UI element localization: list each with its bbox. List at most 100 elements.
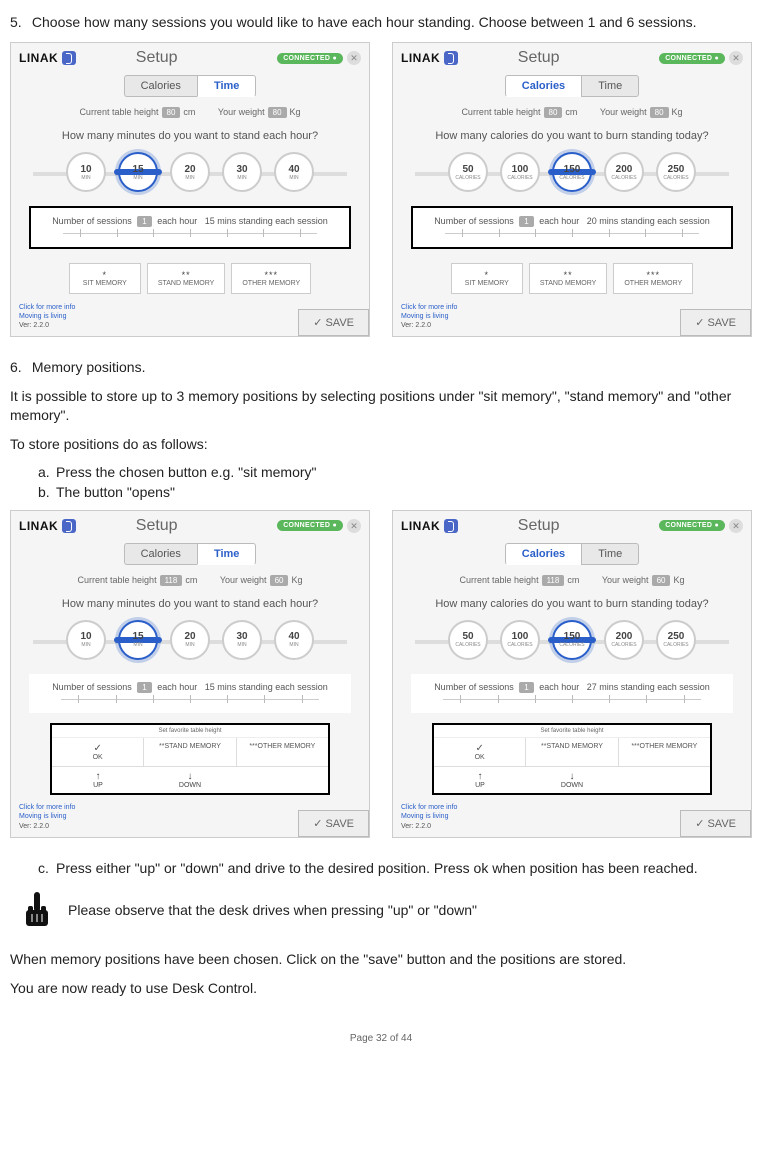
tab-calories[interactable]: Calories xyxy=(505,543,581,565)
memory-up-button[interactable]: ↑UP xyxy=(434,767,526,793)
option-10[interactable]: 10MIN xyxy=(66,620,106,660)
tab-calories[interactable]: Calories xyxy=(505,75,581,97)
option-250[interactable]: 250CALORIES xyxy=(656,152,696,192)
screenshot-time-sessions: LINAK Setup CONNECTED ● ✕ Calories Time … xyxy=(10,42,370,337)
table-height-value[interactable]: 80 xyxy=(162,107,181,118)
question-text: How many calories do you want to burn st… xyxy=(393,130,751,142)
step-6a-text: Press the chosen button e.g. "sit memory… xyxy=(56,464,317,480)
stand-memory-button[interactable]: **STAND MEMORY xyxy=(147,263,226,294)
tagline: Moving is living xyxy=(19,812,75,821)
other-memory-button[interactable]: ***OTHER MEMORY xyxy=(237,738,328,766)
option-100[interactable]: 100CALORIES xyxy=(500,152,540,192)
close-icon[interactable]: ✕ xyxy=(347,519,361,533)
close-icon[interactable]: ✕ xyxy=(729,519,743,533)
bluetooth-icon xyxy=(62,51,76,65)
more-info-link[interactable]: Click for more info xyxy=(19,803,75,812)
memory-open-panel: Set favorite table height ✓OK **STAND ME… xyxy=(432,723,712,795)
stand-memory-button[interactable]: **STAND MEMORY xyxy=(526,738,618,766)
option-40[interactable]: 40MIN xyxy=(274,152,314,192)
step-6a: a.Press the chosen button e.g. "sit memo… xyxy=(38,464,752,480)
memory-open-title: Set favorite table height xyxy=(434,725,710,738)
option-100[interactable]: 100CALORIES xyxy=(500,620,540,660)
connected-badge: CONNECTED ● xyxy=(277,520,343,531)
save-button[interactable]: ✓ SAVE xyxy=(680,309,751,336)
tab-time[interactable]: Time xyxy=(581,75,639,97)
option-20[interactable]: 20MIN xyxy=(170,152,210,192)
save-button[interactable]: ✓ SAVE xyxy=(680,810,751,837)
more-info-link[interactable]: Click for more info xyxy=(401,303,457,312)
tab-time[interactable]: Time xyxy=(197,543,256,565)
option-50[interactable]: 50CALORIES xyxy=(448,620,488,660)
weight-value[interactable]: 60 xyxy=(270,575,289,586)
other-memory-button[interactable]: ***OTHER MEMORY xyxy=(231,263,311,294)
stand-memory-button[interactable]: **STAND MEMORY xyxy=(529,263,608,294)
option-15[interactable]: 15MIN xyxy=(118,620,158,660)
option-10[interactable]: 10MIN xyxy=(66,152,106,192)
option-150[interactable]: 150CALORIES xyxy=(552,152,592,192)
option-20[interactable]: 20MIN xyxy=(170,620,210,660)
tagline: Moving is living xyxy=(401,312,457,321)
table-height-value[interactable]: 80 xyxy=(544,107,563,118)
memory-ok-cell[interactable]: ✓OK xyxy=(52,738,144,766)
step-5-num: 5. xyxy=(10,14,28,30)
memory-down-button[interactable]: ↓DOWN xyxy=(144,767,236,793)
step-6: 6. Memory positions. xyxy=(10,359,752,375)
table-height-value[interactable]: 118 xyxy=(160,575,183,586)
table-height-field: Current table height118cm xyxy=(78,575,198,586)
option-50[interactable]: 50CALORIES xyxy=(448,152,488,192)
tagline: Moving is living xyxy=(401,812,457,821)
save-button[interactable]: ✓ SAVE xyxy=(298,309,369,336)
sessions-bar: Number of sessions 1 each hour 27 mins s… xyxy=(411,674,733,713)
version-label: Ver: 2.2.0 xyxy=(401,321,457,330)
option-200[interactable]: 200CALORIES xyxy=(604,152,644,192)
close-icon[interactable]: ✕ xyxy=(729,51,743,65)
tab-time[interactable]: Time xyxy=(581,543,639,565)
step-6c-text: Press either "up" or "down" and drive to… xyxy=(56,860,698,876)
sessions-value[interactable]: 1 xyxy=(519,682,533,693)
table-height-field: Current table height80cm xyxy=(461,107,577,118)
version-label: Ver: 2.2.0 xyxy=(19,321,75,330)
sessions-value[interactable]: 1 xyxy=(137,682,151,693)
weight-value[interactable]: 80 xyxy=(650,107,669,118)
memory-open-title: Set favorite table height xyxy=(52,725,328,738)
step-6a-letter: a. xyxy=(38,464,56,480)
info-block: Click for more info Moving is living Ver… xyxy=(19,803,75,830)
other-memory-button[interactable]: ***OTHER MEMORY xyxy=(619,738,710,766)
more-info-link[interactable]: Click for more info xyxy=(19,303,75,312)
close-icon[interactable]: ✕ xyxy=(347,51,361,65)
sit-memory-button[interactable]: *SIT MEMORY xyxy=(451,263,523,294)
option-30[interactable]: 30MIN xyxy=(222,152,262,192)
option-row: 10MIN 15MIN 20MIN 30MIN 40MIN xyxy=(21,620,359,660)
step-6b: b.The button "opens" xyxy=(38,484,752,500)
option-250[interactable]: 250CALORIES xyxy=(656,620,696,660)
option-30[interactable]: 30MIN xyxy=(222,620,262,660)
option-15[interactable]: 15MIN xyxy=(118,152,158,192)
memory-ok-cell[interactable]: ✓OK xyxy=(434,738,526,766)
other-memory-button[interactable]: ***OTHER MEMORY xyxy=(613,263,693,294)
weight-value[interactable]: 60 xyxy=(652,575,671,586)
sit-memory-button[interactable]: *SIT MEMORY xyxy=(69,263,141,294)
tab-calories[interactable]: Calories xyxy=(124,75,197,97)
sessions-value[interactable]: 1 xyxy=(137,216,151,227)
option-40[interactable]: 40MIN xyxy=(274,620,314,660)
weight-value[interactable]: 80 xyxy=(268,107,287,118)
question-text: How many calories do you want to burn st… xyxy=(393,598,751,610)
step-5: 5. Choose how many sessions you would li… xyxy=(10,14,752,30)
stand-memory-button[interactable]: **STAND MEMORY xyxy=(144,738,236,766)
tab-calories[interactable]: Calories xyxy=(124,543,197,565)
tab-time[interactable]: Time xyxy=(197,75,256,97)
sessions-bar: Number of sessions 1 each hour 20 mins s… xyxy=(411,206,733,249)
bluetooth-icon xyxy=(444,519,458,533)
page-footer: Page 32 of 44 xyxy=(10,1033,752,1044)
after-note-1: When memory positions have been chosen. … xyxy=(10,950,752,969)
table-height-value[interactable]: 118 xyxy=(542,575,565,586)
screenshot-time-memory-open: LINAK Setup CONNECTED ● ✕ Calories Time … xyxy=(10,510,370,838)
save-button[interactable]: ✓ SAVE xyxy=(298,810,369,837)
option-150[interactable]: 150CALORIES xyxy=(552,620,592,660)
option-200[interactable]: 200CALORIES xyxy=(604,620,644,660)
sessions-value[interactable]: 1 xyxy=(519,216,533,227)
memory-up-button[interactable]: ↑UP xyxy=(52,767,144,793)
more-info-link[interactable]: Click for more info xyxy=(401,803,457,812)
memory-down-button[interactable]: ↓DOWN xyxy=(526,767,618,793)
step-6-intro: It is possible to store up to 3 memory p… xyxy=(10,387,752,425)
